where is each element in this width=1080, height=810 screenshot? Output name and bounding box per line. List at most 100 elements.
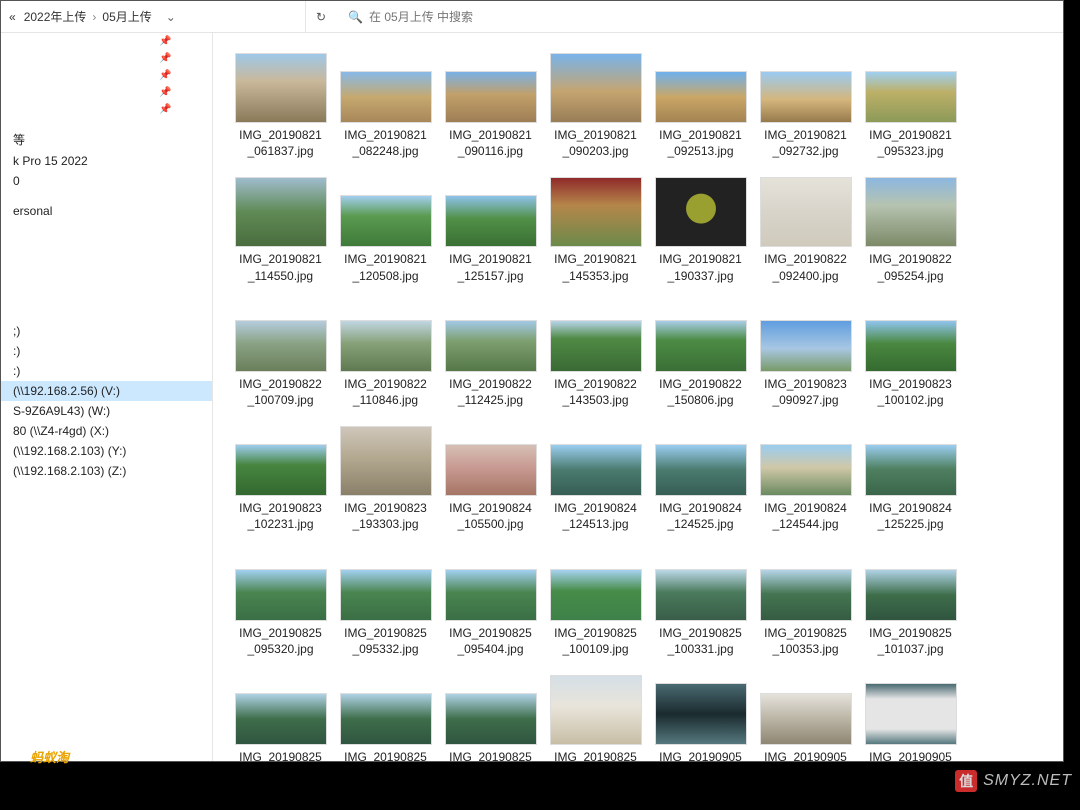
file-item[interactable]: IMG_20190821_090116.jpg	[443, 53, 538, 159]
file-thumbnail	[760, 569, 852, 621]
sidebar-drive-item[interactable]: (\\192.168.2.103) (Y:)	[1, 441, 212, 461]
file-item[interactable]: IMG_20190822_143503.jpg	[548, 302, 643, 408]
file-item[interactable]: IMG_20190824_124513.jpg	[548, 426, 643, 532]
file-item[interactable]: IMG_20190821_114550.jpg	[233, 177, 328, 283]
pin-icon: 📌	[159, 104, 171, 115]
file-item[interactable]: IMG_20190823_102231.jpg	[233, 426, 328, 532]
file-item[interactable]: IMG_20190821_190337.jpg	[653, 177, 748, 283]
sidebar-item[interactable]: :)	[1, 341, 212, 361]
file-thumbnail	[340, 426, 432, 496]
file-item[interactable]: IMG_20190825_101207.jpg	[338, 675, 433, 761]
file-thumbnail	[445, 195, 537, 247]
file-item[interactable]: IMG_20190821_120508.jpg	[338, 177, 433, 283]
file-name: IMG_20190825_101207.jpg	[344, 749, 427, 761]
file-name: IMG_20190821_145353.jpg	[554, 251, 637, 283]
sidebar-drive-item[interactable]: S-9Z6A9L43) (W:)	[1, 401, 212, 421]
file-name: IMG_20190825_101044.jpg	[239, 749, 322, 761]
file-name: IMG_20190822_092400.jpg	[764, 251, 847, 283]
file-item[interactable]: IMG_20190823_090927.jpg	[758, 302, 853, 408]
sidebar-pinned-item[interactable]: 📌	[1, 33, 212, 50]
file-item[interactable]: IMG_20190821_092732.jpg	[758, 53, 853, 159]
file-item[interactable]: IMG_20190825_095320.jpg	[233, 551, 328, 657]
file-item[interactable]: IMG_20190825_100353.jpg	[758, 551, 853, 657]
sidebar-drive-item[interactable]: 80 (\\Z4-r4gd) (X:)	[1, 421, 212, 441]
file-item[interactable]: IMG_20190822_095254.jpg	[863, 177, 958, 283]
file-item[interactable]: IMG_20190822_150806.jpg	[653, 302, 748, 408]
sidebar-item[interactable]: 0	[1, 171, 212, 191]
file-thumbnail	[550, 320, 642, 372]
breadcrumb[interactable]: « 2022年上传 › 05月上传 ⌄	[5, 1, 305, 32]
file-item[interactable]: IMG_20190905_194324.jpg	[758, 675, 853, 761]
file-thumbnail	[760, 320, 852, 372]
sidebar-item[interactable]: 等	[1, 128, 212, 151]
file-item[interactable]: IMG_20190821_095323.jpg	[863, 53, 958, 159]
file-item[interactable]: IMG_20190821_061837.jpg	[233, 53, 328, 159]
sidebar-pinned-item[interactable]: 📌	[1, 84, 212, 101]
sidebar-drive-item[interactable]: (\\192.168.2.103) (Z:)	[1, 461, 212, 481]
file-item[interactable]: IMG_20190825_101221.jpg	[443, 675, 538, 761]
file-thumbnail	[655, 683, 747, 745]
file-item[interactable]: IMG_20190821_090203.jpg	[548, 53, 643, 159]
file-thumbnail	[655, 444, 747, 496]
search-input[interactable]	[369, 10, 1059, 24]
overlay-text: 蚂蚁淘	[30, 747, 69, 766]
file-item[interactable]: IMG_20190821_125157.jpg	[443, 177, 538, 283]
file-item[interactable]: IMG_20190825_100331.jpg	[653, 551, 748, 657]
file-item[interactable]: IMG_20190824_124525.jpg	[653, 426, 748, 532]
sidebar-pinned-item[interactable]: 📌	[1, 50, 212, 67]
file-item[interactable]: IMG_20190821_092513.jpg	[653, 53, 748, 159]
watermark-badge: 值	[955, 770, 977, 792]
pin-icon: 📌	[159, 53, 171, 64]
file-thumbnail	[340, 71, 432, 123]
file-name: IMG_20190823_090927.jpg	[764, 376, 847, 408]
file-item[interactable]: IMG_20190822_112425.jpg	[443, 302, 538, 408]
file-item[interactable]: IMG_20190822_092400.jpg	[758, 177, 853, 283]
refresh-button[interactable]: ↻	[305, 1, 336, 32]
file-thumbnail	[865, 569, 957, 621]
breadcrumb-parent[interactable]: 2022年上传	[20, 8, 91, 25]
file-name: IMG_20190821_092513.jpg	[659, 127, 742, 159]
chevron-down-icon[interactable]: ⌄	[156, 10, 186, 24]
file-name: IMG_20190823_102231.jpg	[239, 500, 322, 532]
sidebar-pinned-item[interactable]: 📌	[1, 67, 212, 84]
file-thumbnail	[235, 177, 327, 247]
file-item[interactable]: IMG_20190822_110846.jpg	[338, 302, 433, 408]
file-item[interactable]: IMG_20190825_095404.jpg	[443, 551, 538, 657]
file-item[interactable]: IMG_20190825_101044.jpg	[233, 675, 328, 761]
file-thumbnail	[340, 195, 432, 247]
file-name: IMG_20190824_124513.jpg	[554, 500, 637, 532]
sidebar-drive-item[interactable]: (\\192.168.2.56) (V:)	[1, 381, 212, 401]
file-grid[interactable]: IMG_20190821_061837.jpg IMG_20190821_0822…	[213, 33, 1063, 761]
file-item[interactable]: IMG_20190823_100102.jpg	[863, 302, 958, 408]
file-item[interactable]: IMG_20190824_124544.jpg	[758, 426, 853, 532]
sidebar-item[interactable]: :)	[1, 361, 212, 381]
sidebar[interactable]: 📌📌📌📌📌 等k Pro 15 20220 ersonal ;):):) (\\…	[1, 33, 213, 761]
file-item[interactable]: IMG_20190824_105500.jpg	[443, 426, 538, 532]
file-item[interactable]: IMG_20190824_125225.jpg	[863, 426, 958, 532]
file-item[interactable]: IMG_20190822_100709.jpg	[233, 302, 328, 408]
search-box[interactable]: 🔍	[348, 5, 1059, 29]
file-item[interactable]: IMG_20190905_194301.jpg	[653, 675, 748, 761]
file-thumbnail	[235, 444, 327, 496]
file-item[interactable]: IMG_20190825_095332.jpg	[338, 551, 433, 657]
sidebar-item[interactable]: k Pro 15 2022	[1, 151, 212, 171]
file-item[interactable]: IMG_20190825_101037.jpg	[863, 551, 958, 657]
file-item[interactable]: IMG_20190821_145353.jpg	[548, 177, 643, 283]
sidebar-item[interactable]: ;)	[1, 321, 212, 341]
file-name: IMG_20190821_082248.jpg	[344, 127, 427, 159]
file-item[interactable]: IMG_20190825_113425.jpg	[548, 675, 643, 761]
search-icon: 🔍	[348, 10, 363, 24]
watermark: 值 SMYZ.NET	[955, 770, 1072, 792]
sidebar-item[interactable]: ersonal	[1, 201, 212, 221]
file-item[interactable]: IMG_20190905_195442.jpg	[863, 675, 958, 761]
sidebar-pinned-item[interactable]: 📌	[1, 101, 212, 118]
file-item[interactable]: IMG_20190821_082248.jpg	[338, 53, 433, 159]
breadcrumb-current[interactable]: 05月上传	[98, 8, 155, 25]
file-name: IMG_20190825_095320.jpg	[239, 625, 322, 657]
file-name: IMG_20190824_124525.jpg	[659, 500, 742, 532]
file-item[interactable]: IMG_20190825_100109.jpg	[548, 551, 643, 657]
file-thumbnail	[760, 71, 852, 123]
file-item[interactable]: IMG_20190823_193303.jpg	[338, 426, 433, 532]
file-thumbnail	[235, 53, 327, 123]
file-thumbnail	[865, 177, 957, 247]
